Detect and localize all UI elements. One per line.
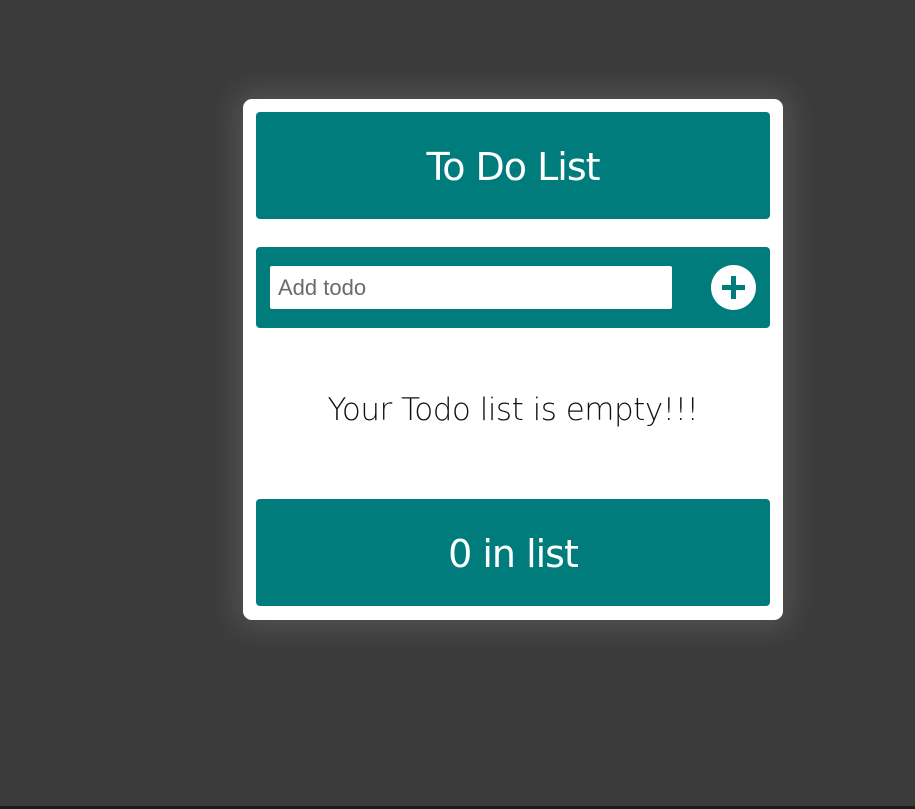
plus-icon [722, 276, 745, 299]
todo-card: To Do List Your Todo list is empty!!! 0 … [243, 99, 783, 620]
add-todo-bar [256, 247, 770, 328]
footer-panel: 0 in list [256, 499, 770, 606]
add-todo-input[interactable] [270, 266, 672, 309]
empty-list-message: Your Todo list is empty!!! [327, 392, 699, 428]
page-title: To Do List [426, 144, 600, 189]
add-todo-button[interactable] [711, 265, 756, 310]
todo-count: 0 in list [448, 531, 579, 576]
header-panel: To Do List [256, 112, 770, 219]
